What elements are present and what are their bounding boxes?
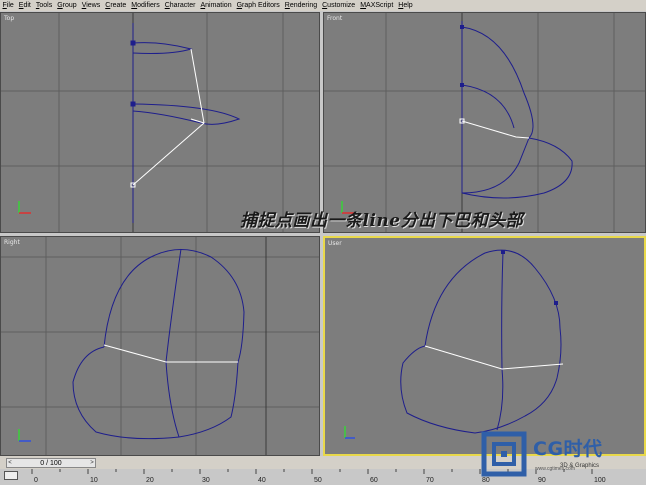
menu-item-rendering[interactable]: Rendering — [282, 0, 319, 11]
timeline-tick-label: 10 — [90, 477, 98, 484]
menu-item-views[interactable]: Views — [79, 0, 103, 11]
viewport-left-label[interactable]: Right — [4, 239, 20, 246]
menu-item-create[interactable]: Create — [103, 0, 129, 11]
viewport-front-canvas — [324, 13, 645, 232]
viewport-top-canvas — [1, 13, 319, 232]
timeline-tick-label: 30 — [202, 477, 210, 484]
menu-item-customize[interactable]: Customize — [320, 0, 358, 11]
timeline-tick-label: 60 — [370, 477, 378, 484]
frame-slider[interactable]: 0 / 100 — [6, 458, 96, 468]
timeline-tick-label: 70 — [426, 477, 434, 484]
menu-item-help[interactable]: Help — [396, 0, 415, 11]
menu-item-file[interactable]: File — [0, 0, 16, 11]
timeline-tick-label: 40 — [258, 477, 266, 484]
menu-item-tools[interactable]: Tools — [33, 0, 54, 11]
viewport-left[interactable]: Right — [0, 236, 320, 456]
menu-item-graph-editors[interactable]: Graph Editors — [234, 0, 282, 11]
menu-item-edit[interactable]: Edit — [16, 0, 33, 11]
frame-next-arrow-icon[interactable]: > — [88, 458, 96, 468]
menu-item-character[interactable]: Character — [162, 0, 198, 11]
viewport-front-label[interactable]: Front — [327, 15, 342, 22]
viewport-perspective-canvas — [344, 249, 564, 439]
viewport-perspective-label[interactable]: User — [328, 240, 342, 247]
logo-text: CG时代 — [533, 438, 603, 460]
viewport-top-label[interactable]: Top — [4, 15, 14, 22]
viewport-perspective[interactable]: User — [323, 236, 646, 456]
timeline-tick-label: 20 — [146, 477, 154, 484]
logo-url: www.cgtimes.com — [535, 466, 576, 472]
menu-item-animation[interactable]: Animation — [198, 0, 234, 11]
menu-item-group[interactable]: Group — [55, 0, 79, 11]
menu-item-maxscript[interactable]: MAXScript — [358, 0, 396, 11]
viewport-front[interactable]: Front — [323, 12, 646, 233]
frame-prev-arrow-icon[interactable]: < — [6, 458, 14, 468]
tutorial-caption: 捕捉点画出一条line分出下巴和头部 — [240, 211, 524, 231]
viewport-left-canvas — [1, 237, 319, 455]
viewport-top[interactable]: Top — [0, 12, 320, 233]
menu-item-modifiers[interactable]: Modifiers — [129, 0, 162, 11]
timeline-tick-label: 50 — [314, 477, 322, 484]
timeline-tick-label: 0 — [34, 477, 38, 484]
menu-bar: File Edit Tools Group Views Create Modifiers Ch… — [0, 0, 646, 11]
